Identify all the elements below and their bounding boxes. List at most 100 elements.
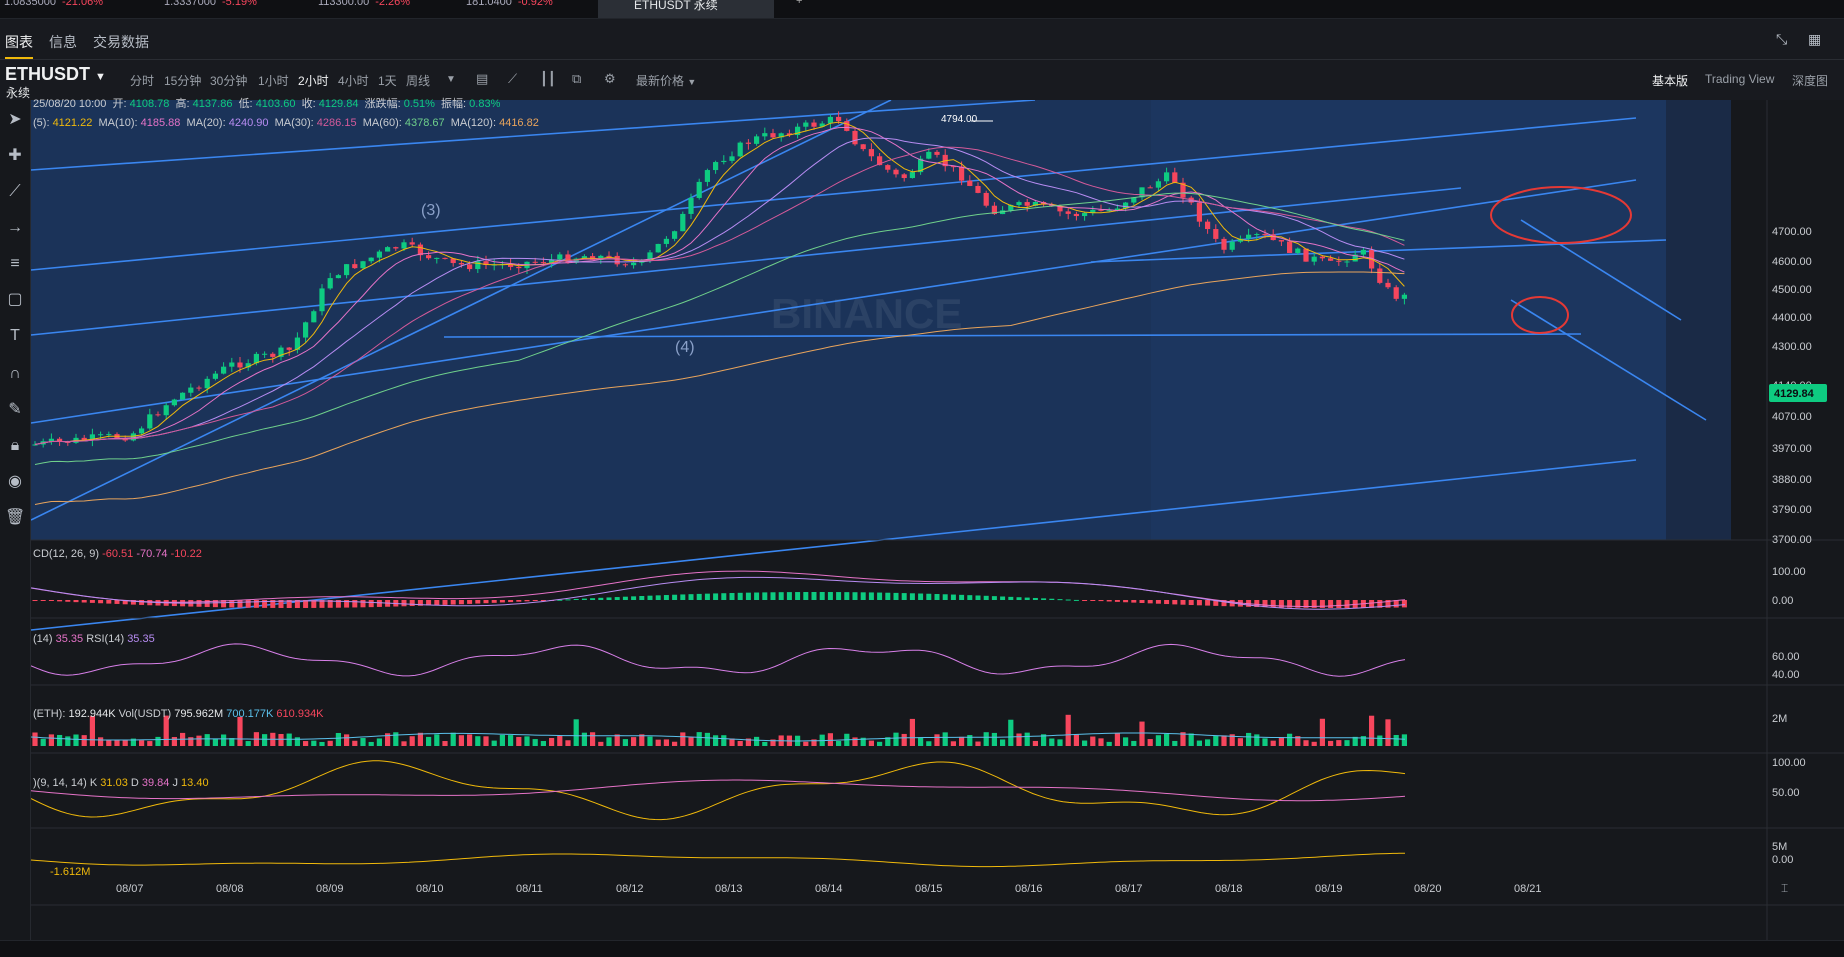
volume-bar xyxy=(147,741,153,746)
kdj-axis: 100.00 xyxy=(1772,757,1806,769)
ticker-item[interactable]: 1.3337000 -5.19% xyxy=(164,0,257,8)
ticker-item[interactable]: 1.0835000 -21.06% xyxy=(4,0,103,8)
macd-bar xyxy=(885,592,891,600)
macd-bar xyxy=(1065,599,1071,601)
candle-body xyxy=(655,243,661,253)
ticker-item[interactable]: 181.0400 -0.92% xyxy=(466,0,553,8)
candle-type-icon[interactable]: ┃┃ xyxy=(540,71,556,87)
calendar-icon[interactable]: ▤ xyxy=(476,71,488,87)
candle-body xyxy=(1262,234,1268,236)
price-chart[interactable]: BINANCE (3) (4) 4794.00 4700.00 4600.00 … xyxy=(31,100,1844,940)
macd-bar xyxy=(745,592,751,600)
timeframe-1m[interactable]: 分时 xyxy=(130,72,154,89)
date-tick: 08/16 xyxy=(1015,883,1043,895)
volume-bar xyxy=(491,740,497,746)
template-icon[interactable]: ⧉ xyxy=(572,71,581,87)
volume-bar xyxy=(524,736,530,746)
volume-bar xyxy=(1246,732,1252,746)
timeframe-4h[interactable]: 4小时 xyxy=(338,72,369,89)
volume-bar xyxy=(680,732,686,746)
macd-bar xyxy=(65,600,71,602)
macd-bar xyxy=(1180,600,1186,605)
eye-icon[interactable]: ◉ xyxy=(5,472,25,492)
macd-axis: 0.00 xyxy=(1772,595,1793,607)
macd-bar xyxy=(1188,600,1194,606)
candle-body xyxy=(1287,241,1293,253)
candle-body xyxy=(221,366,227,374)
ticker-item[interactable]: 113300.00 -2.26% xyxy=(318,0,410,8)
macd-bar xyxy=(655,595,661,600)
candle-body xyxy=(196,387,202,389)
trendline-icon[interactable]: ⟋ xyxy=(5,182,25,202)
tab-trading-data[interactable]: 交易数据 xyxy=(93,32,149,52)
timeframe-2h[interactable]: 2小时 xyxy=(298,72,329,89)
timeframe-15m[interactable]: 15分钟 xyxy=(164,72,201,89)
indicator-icon[interactable]: ⟋ xyxy=(508,71,517,87)
macd-bar xyxy=(1401,600,1407,608)
text-icon[interactable]: T xyxy=(5,326,25,346)
price-tick: 3970.00 xyxy=(1772,443,1812,455)
add-tab-button[interactable]: + xyxy=(796,0,802,7)
candle-body xyxy=(155,414,161,416)
volume-bar xyxy=(532,739,538,746)
volume-bar xyxy=(48,734,54,746)
symbol-tab[interactable]: ETHUSDT 永续 xyxy=(598,0,774,18)
volume-bar xyxy=(622,739,628,746)
volume-bar xyxy=(335,732,341,746)
candle-body xyxy=(171,399,177,406)
volume-bar xyxy=(409,736,415,746)
candle-body xyxy=(262,353,268,355)
macd-bar xyxy=(1123,600,1129,603)
candle-body xyxy=(139,428,145,434)
tab-chart[interactable]: 图表 xyxy=(5,32,33,59)
candle-body xyxy=(1319,256,1325,259)
volume-bar xyxy=(1073,734,1079,746)
fib-icon[interactable]: ≡ xyxy=(5,254,25,274)
trash-icon[interactable]: 🗑︎ xyxy=(5,508,25,528)
macd-bar xyxy=(40,600,46,601)
timeframe-1d[interactable]: 1天 xyxy=(378,72,397,89)
drawing-toolbar: ➤ ✚ ⟋ → ≡ ▢ T ∩ ✎ 🔒︎ ◉ 🗑︎ xyxy=(0,100,31,956)
timeframe-1h[interactable]: 1小时 xyxy=(258,72,289,89)
lock-icon[interactable]: 🔒︎ xyxy=(5,436,25,456)
macd-bar xyxy=(860,592,866,600)
view-tradingview[interactable]: Trading View xyxy=(1705,72,1774,86)
timeframe-30m[interactable]: 30分钟 xyxy=(210,72,247,89)
view-basic[interactable]: 基本版 xyxy=(1652,72,1688,89)
magnet-icon[interactable]: ∩ xyxy=(5,364,25,384)
candle-body xyxy=(1172,172,1178,183)
macd-bar xyxy=(573,598,579,600)
macd-bar xyxy=(245,600,251,608)
price-type-select[interactable]: 最新价格 ▼ xyxy=(636,72,696,89)
candle-body xyxy=(237,362,243,368)
tab-info[interactable]: 信息 xyxy=(49,32,77,52)
volume-bar xyxy=(737,740,743,746)
candle-body xyxy=(270,353,276,357)
arrow-icon[interactable]: → xyxy=(5,218,25,238)
candle-body xyxy=(188,387,194,393)
macd-bar xyxy=(811,592,817,600)
candle-body xyxy=(934,151,940,155)
macd-bar xyxy=(499,600,505,603)
candle-body xyxy=(893,169,899,175)
macd-bar xyxy=(1336,600,1342,608)
collapse-icon[interactable]: ⤡ xyxy=(1776,31,1787,48)
settings-icon[interactable]: ⚙ xyxy=(604,71,616,87)
cursor-icon[interactable]: ➤ xyxy=(5,110,25,130)
layout-grid-icon[interactable]: ▦ xyxy=(1808,31,1821,48)
timeframe-1w[interactable]: 周线 xyxy=(406,72,430,89)
rectangle-icon[interactable]: ▢ xyxy=(5,290,25,310)
macd-bar xyxy=(1139,600,1145,603)
candle-body xyxy=(475,261,481,270)
crosshair-icon[interactable]: ✚ xyxy=(5,146,25,166)
more-timeframes-icon[interactable]: ▼ xyxy=(446,74,456,85)
candle-body xyxy=(458,263,464,265)
view-depth[interactable]: 深度图 xyxy=(1792,72,1828,89)
candle-body xyxy=(147,414,153,429)
axis-settings-icon[interactable]: ⌶ xyxy=(1781,881,1788,895)
ticker-strip: 1.0835000 -21.06% 1.3337000 -5.19% 113300.… xyxy=(0,0,1844,19)
pencil-icon[interactable]: ✎ xyxy=(5,400,25,420)
symbol-selector[interactable]: ETHUSDT ▼ xyxy=(5,64,106,85)
candle-body xyxy=(229,362,235,367)
price-tick: 4600.00 xyxy=(1772,256,1812,268)
